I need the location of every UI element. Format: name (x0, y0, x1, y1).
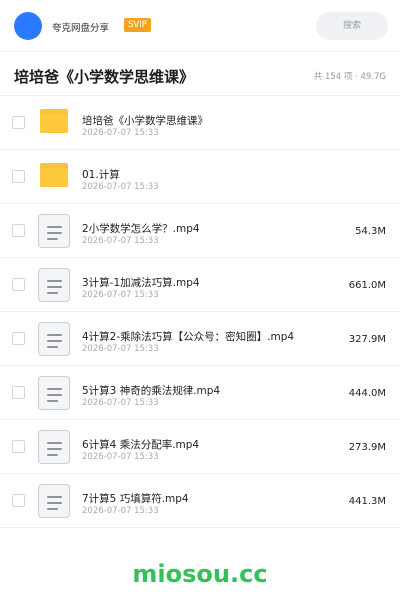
app-header: 夸克网盘分享 SVIP 搜索 (0, 0, 400, 52)
file-name: 4计算2-乘除法巧算【公众号：密知圈】.mp4 (82, 331, 295, 343)
file-size: 273.9M (348, 442, 386, 453)
file-name: 7计算5 巧填算符.mp4 (82, 493, 189, 505)
file-size: 661.0M (348, 280, 386, 291)
video-file-icon (38, 214, 70, 248)
username: 夸克网盘分享 (52, 23, 110, 34)
file-row[interactable]: 3计算-1加减法巧算.mp4 2026-07-07 15:33 661.0M (0, 258, 400, 312)
page-title: 培培爸《小学数学思维课》 (14, 68, 195, 86)
file-size: 327.9M (348, 334, 386, 345)
file-name: 培培爸《小学数学思维课》 (82, 115, 208, 127)
video-file-icon (38, 430, 70, 464)
file-name: 2小学数学怎么学？.mp4 (82, 223, 200, 235)
file-date: 2026-07-07 15:33 (82, 290, 159, 300)
video-file-icon (38, 376, 70, 410)
folder-icon (38, 106, 70, 140)
folder-icon (38, 160, 70, 194)
file-row[interactable]: 01.计算 2026-07-07 15:33 (0, 150, 400, 204)
folder-titlebar: 培培爸《小学数学思维课》 共 154 项 · 49.7G (0, 52, 400, 96)
file-row[interactable]: 2小学数学怎么学？.mp4 2026-07-07 15:33 54.3M (0, 204, 400, 258)
file-row[interactable]: 5计算3 神奇的乘法规律.mp4 2026-07-07 15:33 444.0M (0, 366, 400, 420)
file-name: 6计算4 乘法分配率.mp4 (82, 439, 200, 451)
file-row[interactable]: 培培爸《小学数学思维课》 2026-07-07 15:33 (0, 96, 400, 150)
file-row[interactable]: 7计算5 巧填算符.mp4 2026-07-07 15:33 441.3M (0, 474, 400, 528)
video-file-icon (38, 268, 70, 302)
file-row[interactable]: 4计算2-乘除法巧算【公众号：密知圈】.mp4 2026-07-07 15:33 3… (0, 312, 400, 366)
file-size: 54.3M (355, 226, 386, 237)
document-shape (38, 214, 70, 248)
folder-shape (40, 109, 68, 133)
file-name: 01.计算 (82, 169, 120, 181)
row-checkbox[interactable] (12, 224, 25, 237)
video-file-icon (38, 484, 70, 518)
row-checkbox[interactable] (12, 278, 25, 291)
row-checkbox[interactable] (12, 116, 25, 129)
avatar[interactable] (14, 12, 42, 40)
document-shape (38, 430, 70, 464)
file-date: 2026-07-07 15:33 (82, 506, 159, 516)
video-file-icon (38, 322, 70, 356)
file-date: 2026-07-07 15:33 (82, 128, 159, 138)
row-checkbox[interactable] (12, 332, 25, 345)
row-checkbox[interactable] (12, 494, 25, 507)
document-shape (38, 376, 70, 410)
file-date: 2026-07-07 15:33 (82, 236, 159, 246)
file-row[interactable]: 6计算4 乘法分配率.mp4 2026-07-07 15:33 273.9M (0, 420, 400, 474)
document-shape (38, 484, 70, 518)
file-name: 3计算-1加减法巧算.mp4 (82, 277, 200, 289)
svip-badge: SVIP (124, 18, 151, 32)
file-date: 2026-07-07 15:33 (82, 182, 159, 192)
file-date: 2026-07-07 15:33 (82, 452, 159, 462)
file-size: 441.3M (348, 496, 386, 507)
folder-shape (40, 163, 68, 187)
file-date: 2026-07-07 15:33 (82, 344, 159, 354)
file-date: 2026-07-07 15:33 (82, 398, 159, 408)
document-shape (38, 322, 70, 356)
row-checkbox[interactable] (12, 386, 25, 399)
row-checkbox[interactable] (12, 170, 25, 183)
file-size: 444.0M (348, 388, 386, 399)
document-shape (38, 268, 70, 302)
search-input[interactable]: 搜索 (316, 12, 388, 40)
row-checkbox[interactable] (12, 440, 25, 453)
file-list: 培培爸《小学数学思维课》 2026-07-07 15:33 01.计算 2026-07… (0, 96, 400, 528)
item-summary: 共 154 项 · 49.7G (313, 72, 386, 82)
watermark: miosou.cc (132, 560, 268, 588)
file-name: 5计算3 神奇的乘法规律.mp4 (82, 385, 221, 397)
